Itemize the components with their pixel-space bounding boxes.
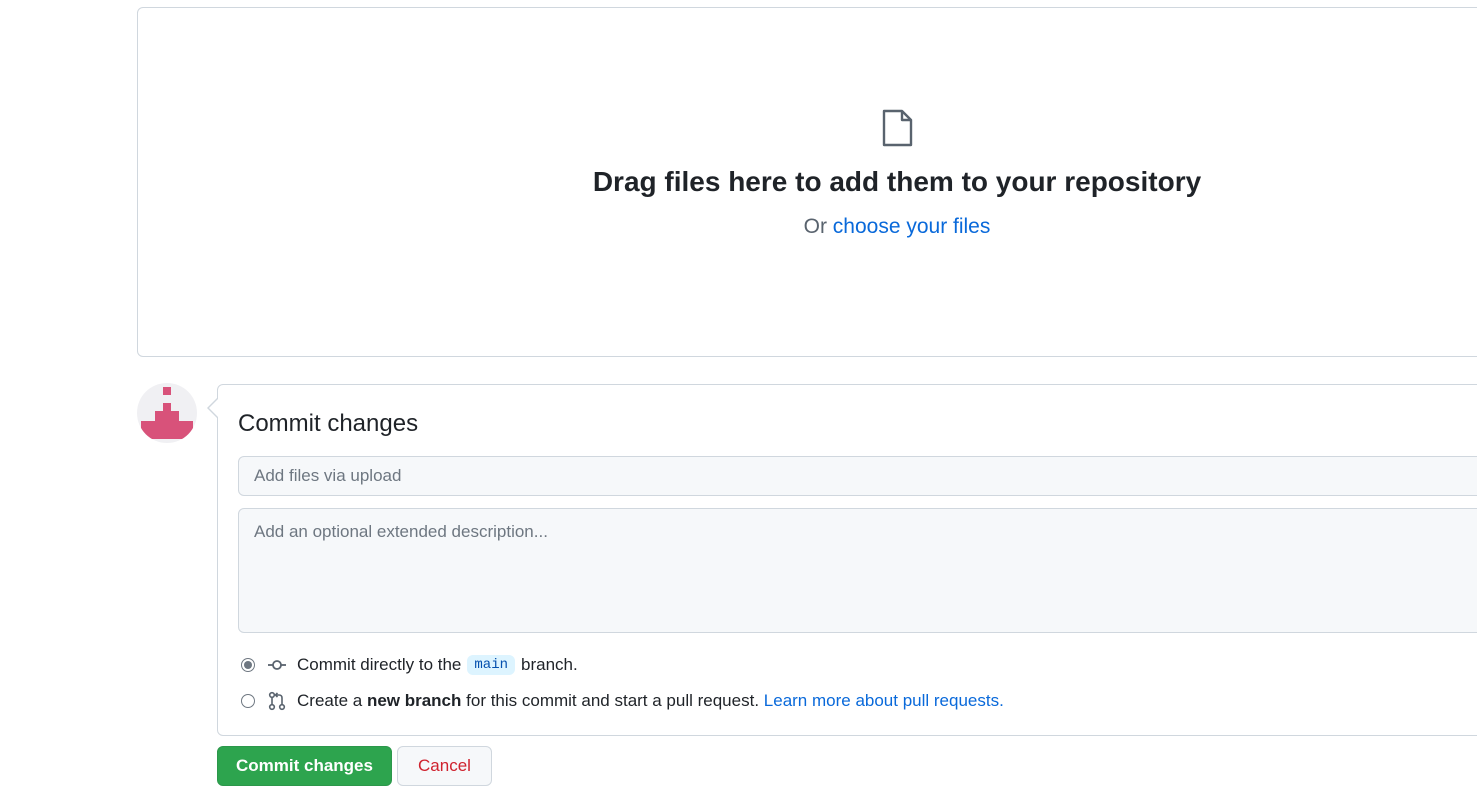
- cancel-button[interactable]: Cancel: [397, 746, 492, 786]
- new-branch-text-end: for this commit and start a pull request…: [466, 691, 760, 710]
- learn-more-pull-requests-link[interactable]: Learn more about pull requests.: [764, 691, 1004, 711]
- commit-description-input[interactable]: [238, 508, 1477, 633]
- git-pull-request-icon: [268, 691, 286, 711]
- commit-summary-input[interactable]: [238, 456, 1477, 496]
- commit-changes-button[interactable]: Commit changes: [217, 746, 392, 786]
- commit-direct-radio[interactable]: [241, 658, 255, 672]
- branch-name-chip: main: [467, 655, 515, 675]
- commit-direct-text: Commit directly to the: [297, 655, 462, 674]
- drop-zone-subtitle: Or choose your files: [637, 215, 1157, 239]
- git-commit-icon: [268, 660, 286, 670]
- choose-files-link[interactable]: choose your files: [833, 215, 991, 238]
- file-icon: [882, 109, 913, 147]
- new-branch-bold: new branch: [366, 691, 462, 710]
- drop-zone-title: Drag files here to add them to your repo…: [592, 166, 1202, 197]
- new-branch-option[interactable]: Create a new branch for this commit and …: [241, 689, 1004, 713]
- identicon-avatar: [137, 383, 197, 443]
- new-branch-text: Create a: [297, 691, 363, 710]
- commit-direct-text-end: branch.: [521, 655, 578, 674]
- drop-zone-or-text: Or: [803, 215, 827, 238]
- commit-direct-option[interactable]: Commit directly to the main branch.: [241, 653, 578, 677]
- commit-panel-caret-fill: [209, 399, 218, 417]
- commit-title: Commit changes: [238, 410, 419, 437]
- new-branch-radio[interactable]: [241, 694, 255, 708]
